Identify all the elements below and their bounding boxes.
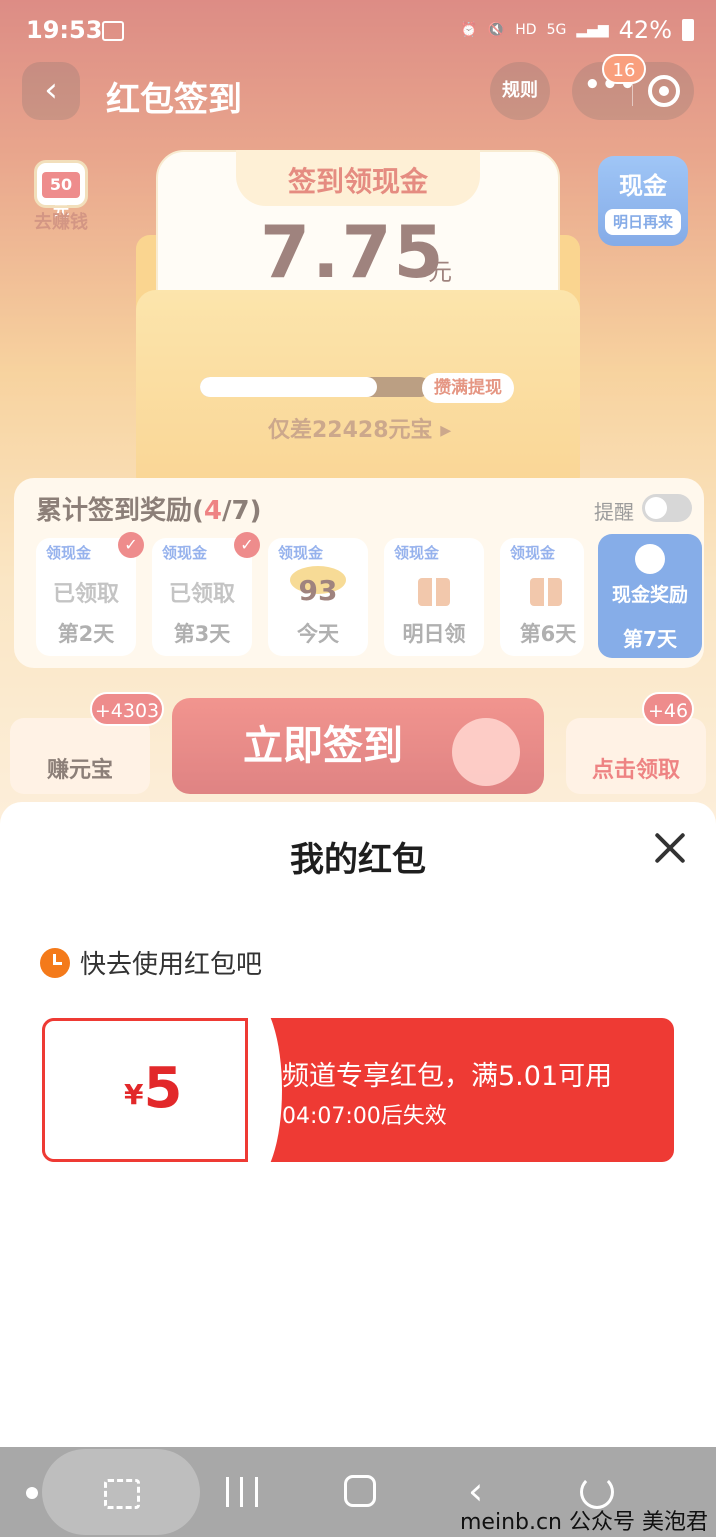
watermark: meinb.cn 公众号 美泡君 <box>459 1510 708 1535</box>
dim-overlay[interactable] <box>0 0 716 830</box>
home-icon[interactable] <box>344 1475 376 1507</box>
sheet-title: 我的红包 <box>290 840 426 880</box>
coupon-expiry: 04:07:00后失效 <box>282 1104 447 1129</box>
coupon-description: 频道专享红包，满5.01可用 <box>282 1061 613 1092</box>
coupon-value: 5 <box>143 1056 183 1121</box>
clock-icon <box>40 947 70 978</box>
hint-text: 快去使用红包吧 <box>80 950 263 980</box>
coupon-currency: ¥ <box>124 1078 144 1111</box>
coupon-amount: ¥5 <box>124 1056 182 1121</box>
nav-dot-icon <box>26 1487 38 1499</box>
hint-row: 快去使用红包吧 <box>40 944 262 981</box>
app-screen: 19:53 ⏰ 🔇 HD 5G ▂▄▆ 42% ‹ 红包签到 规则 ••• 16… <box>0 0 716 1537</box>
coupon-card[interactable]: ¥5 频道专享红包，满5.01可用 04:07:00后失效 <box>42 1018 674 1162</box>
screenshot-icon[interactable] <box>104 1479 140 1509</box>
close-icon[interactable] <box>652 830 688 866</box>
recent-apps-icon[interactable] <box>226 1477 258 1507</box>
